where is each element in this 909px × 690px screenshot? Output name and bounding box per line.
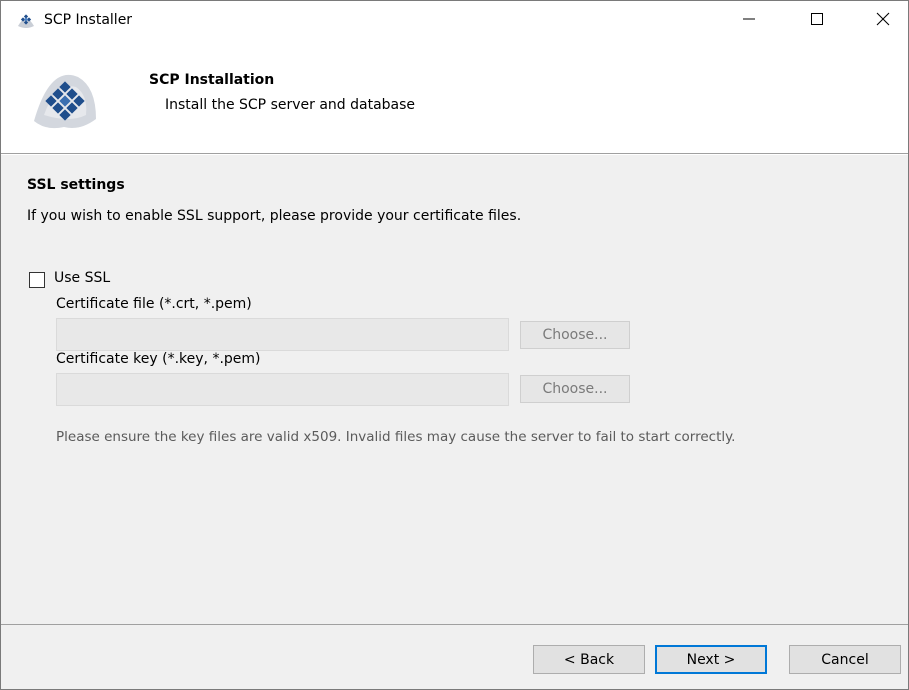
title-bar[interactable]: SCP Installer — [1, 1, 908, 41]
certificate-file-input[interactable] — [56, 318, 509, 351]
certificate-file-label: Certificate file (*.crt, *.pem) — [56, 296, 252, 312]
certificate-key-label: Certificate key (*.key, *.pem) — [56, 351, 261, 367]
ssl-settings-panel: SSL settings If you wish to enable SSL s… — [1, 155, 908, 624]
ssl-note: Please ensure the key files are valid x5… — [56, 429, 736, 445]
back-button[interactable]: < Back — [533, 645, 645, 674]
app-icon — [16, 11, 36, 31]
header-title: SCP Installation — [149, 72, 275, 88]
wizard-header: SCP Installation Install the SCP server … — [1, 41, 908, 154]
choose-certificate-file-button[interactable]: Choose... — [520, 321, 630, 349]
installer-window: SCP Installer SCP Installation Install t… — [0, 0, 909, 690]
close-icon — [876, 12, 890, 30]
use-ssl-label[interactable]: Use SSL — [54, 270, 110, 286]
wizard-footer: < Back Next > Cancel — [1, 624, 908, 689]
minimize-icon — [743, 13, 755, 29]
next-button[interactable]: Next > — [655, 645, 767, 674]
minimize-button[interactable] — [726, 1, 772, 41]
header-subtitle: Install the SCP server and database — [165, 97, 416, 113]
cancel-button[interactable]: Cancel — [789, 645, 901, 674]
section-title: SSL settings — [27, 177, 125, 193]
section-description: If you wish to enable SSL support, pleas… — [27, 208, 522, 224]
certificate-key-input[interactable] — [56, 373, 509, 406]
choose-certificate-key-button[interactable]: Choose... — [520, 375, 630, 403]
window-title: SCP Installer — [44, 12, 133, 28]
use-ssl-checkbox[interactable] — [29, 272, 45, 288]
maximize-button[interactable] — [794, 1, 840, 41]
maximize-icon — [811, 13, 823, 29]
scp-logo-icon — [30, 69, 100, 135]
close-button[interactable] — [860, 1, 906, 41]
